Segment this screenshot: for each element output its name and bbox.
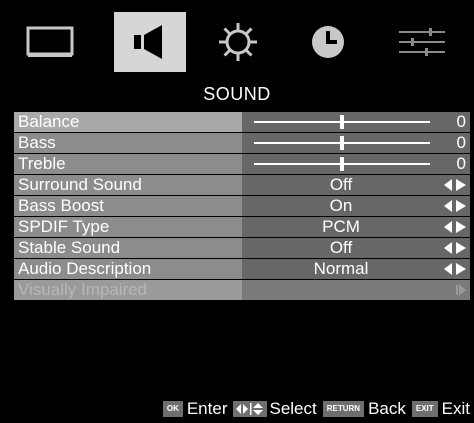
setting-value-cell: On	[242, 196, 470, 216]
sound-menu-screen: SOUND Balance 0 Bass 0 Treble 0 Surround…	[0, 0, 474, 423]
setting-row-audio-description[interactable]: Audio Description Normal	[14, 259, 470, 279]
setting-label: Bass	[14, 133, 242, 153]
key-hint-bar: OK Enter Select RETURN Back EXIT Exit	[157, 398, 470, 420]
left-right-arrows-icon[interactable]	[444, 242, 466, 254]
setting-row-balance[interactable]: Balance 0	[14, 112, 470, 132]
setting-value-cell: PCM	[242, 217, 470, 237]
setting-value: 0	[456, 112, 466, 131]
select-hint: Select	[269, 399, 317, 418]
setting-row-spdif-type[interactable]: SPDIF Type PCM	[14, 217, 470, 237]
setting-label: Surround Sound	[14, 175, 242, 195]
setting-row-surround-sound[interactable]: Surround Sound Off	[14, 175, 470, 195]
setting-value: PCM	[322, 217, 360, 236]
setting-label: SPDIF Type	[14, 217, 242, 237]
left-right-arrows-icon[interactable]	[444, 263, 466, 275]
setting-value-cell: Off	[242, 175, 470, 195]
sound-settings-list: Balance 0 Bass 0 Treble 0 Surround Sound…	[14, 112, 470, 301]
tab-options[interactable]	[386, 12, 458, 72]
setting-value: On	[329, 196, 353, 215]
setting-label: Balance	[14, 112, 242, 132]
setting-row-stable-sound[interactable]: Stable Sound Off	[14, 238, 470, 258]
setting-row-visually-impaired: Visually Impaired	[14, 280, 470, 300]
treble-slider-knob[interactable]	[340, 157, 344, 171]
setting-value: 0	[456, 154, 466, 173]
menu-title: SOUND	[203, 84, 271, 104]
left-right-arrows-icon[interactable]	[444, 179, 466, 191]
tab-time[interactable]	[292, 12, 364, 72]
ok-key-badge: OK	[162, 401, 183, 417]
picture-icon	[26, 26, 74, 57]
setting-value-cell	[242, 280, 470, 300]
exit-key-badge: EXIT	[411, 401, 438, 417]
back-hint: Back	[368, 399, 406, 418]
setting-value-cell: 0	[242, 154, 470, 174]
sliders-icon	[399, 28, 445, 56]
menu-tab-bar	[14, 12, 460, 72]
setting-label: Visually Impaired	[14, 280, 242, 300]
setting-label: Stable Sound	[14, 238, 242, 258]
right-arrow-icon	[456, 284, 466, 296]
bass-slider-knob[interactable]	[340, 136, 344, 150]
setting-value-cell: 0	[242, 112, 470, 132]
navigation-keys-icon	[233, 401, 268, 417]
setting-value-cell: 0	[242, 133, 470, 153]
setting-row-treble[interactable]: Treble 0	[14, 154, 470, 174]
setting-value: 0	[456, 133, 466, 152]
tab-setup[interactable]	[202, 12, 274, 72]
setting-row-bass[interactable]: Bass 0	[14, 133, 470, 153]
balance-slider-knob[interactable]	[340, 115, 344, 129]
setting-label: Bass Boost	[14, 196, 242, 216]
clock-icon	[312, 26, 344, 58]
gear-icon	[219, 23, 257, 61]
setting-value: Off	[329, 175, 353, 194]
setting-row-bass-boost[interactable]: Bass Boost On	[14, 196, 470, 216]
left-right-arrows-icon[interactable]	[444, 221, 466, 233]
setting-value: Off	[329, 238, 353, 257]
setting-label: Treble	[14, 154, 242, 174]
exit-hint: Exit	[441, 399, 470, 418]
setting-value: Normal	[313, 259, 369, 278]
tab-picture[interactable]	[14, 12, 86, 72]
tab-sound[interactable]	[114, 12, 186, 72]
setting-value-cell: Normal	[242, 259, 470, 279]
setting-label: Audio Description	[14, 259, 242, 279]
speaker-icon	[134, 25, 162, 59]
setting-value-cell: Off	[242, 238, 470, 258]
return-key-badge: RETURN	[322, 401, 365, 417]
enter-hint: Enter	[186, 399, 228, 418]
left-right-arrows-icon[interactable]	[444, 200, 466, 212]
